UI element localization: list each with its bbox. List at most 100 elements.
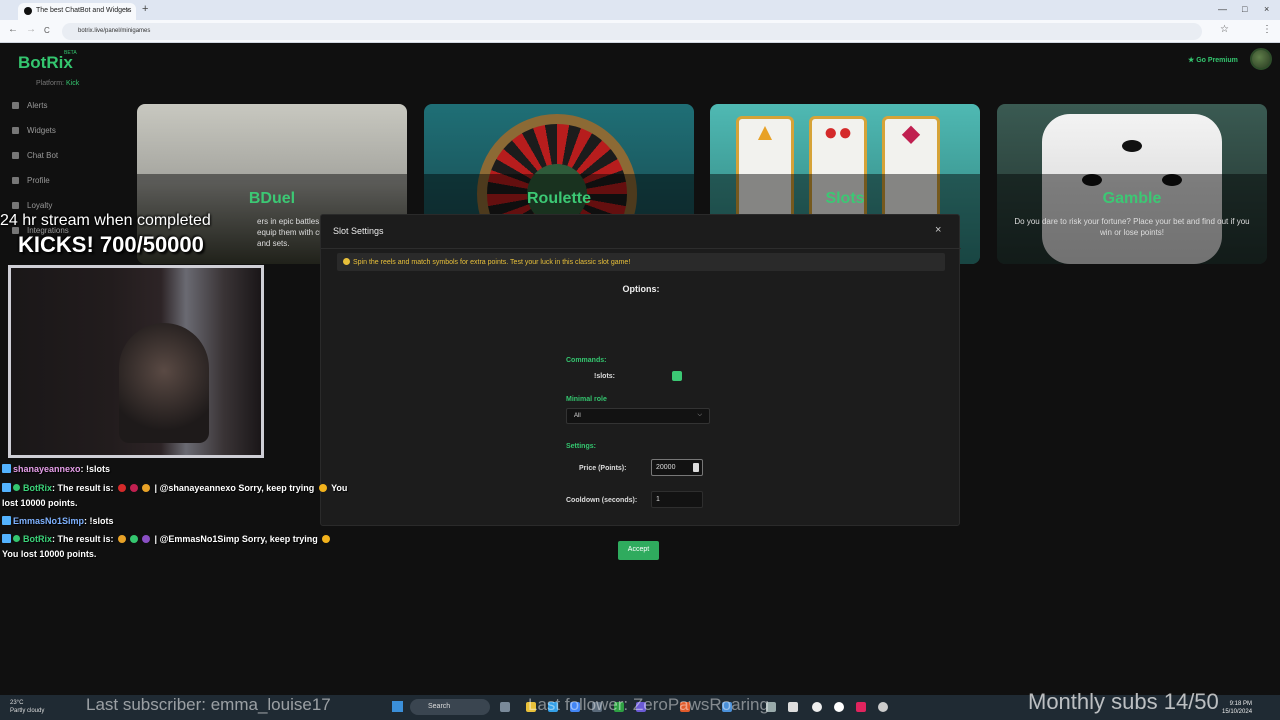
number-spinner-icon[interactable]: [693, 463, 699, 472]
taskbar-search[interactable]: Search: [410, 699, 490, 715]
avatar[interactable]: [1250, 48, 1272, 70]
weather-widget[interactable]: 23°C Partly cloudy: [10, 699, 44, 715]
commands-label: Commands:: [566, 357, 607, 364]
cherry-icon: ●●: [823, 119, 853, 146]
clover-icon: [130, 535, 139, 543]
chat-message-continuation: You lost 10000 points.: [2, 549, 97, 559]
modal-title: Slot Settings: [333, 226, 384, 236]
game-card-gamble[interactable]: Gamble Do you dare to risk your fortune?…: [997, 104, 1267, 264]
monthly-subs-overlay: Monthly subs 14/50: [1028, 689, 1219, 714]
info-alert: Spin the reels and match symbols for ext…: [337, 253, 945, 271]
windows-taskbar: 23°C Partly cloudy Last subscriber: emma…: [0, 689, 1280, 720]
price-label: Price (Points):: [579, 465, 627, 472]
game-title: BDuel: [248, 190, 296, 207]
chat-username: shanayeannexo: [13, 464, 81, 474]
game-description: Do you dare to risk your fortune? Place …: [1014, 217, 1250, 237]
browser-menu-icon[interactable]: ⋮: [1262, 24, 1272, 35]
last-subscriber-overlay: Last subscriber: emma_louise17: [86, 695, 331, 714]
alert-icon: [12, 102, 19, 109]
cooldown-input[interactable]: 1: [651, 491, 703, 508]
forward-button[interactable]: →: [26, 24, 36, 35]
favicon-icon: [24, 7, 32, 15]
info-icon: [343, 258, 350, 265]
reload-button[interactable]: C: [44, 26, 50, 35]
widgets-icon: [12, 127, 19, 134]
dice-pip: [1122, 140, 1142, 152]
sidebar-item-label: Chat Bot: [27, 151, 59, 160]
browser-tab-bar: The best ChatBot and Widgets × + — □ ×: [0, 0, 1280, 20]
accept-button[interactable]: Accept: [618, 541, 659, 560]
chat-message: EmmasNo1Simp: !slots: [2, 514, 114, 529]
kick-icon: [2, 534, 11, 543]
chat-text: : !slots: [80, 464, 111, 474]
kick-icon: [2, 483, 11, 492]
command-slots-toggle[interactable]: [672, 371, 682, 381]
go-premium-link[interactable]: ★ Go Premium: [1188, 56, 1238, 64]
modal-divider: [321, 248, 961, 249]
clock-time: 9:18 PM: [1229, 701, 1253, 707]
app-logo[interactable]: BotRix: [18, 53, 73, 73]
slot-settings-modal: Slot Settings × Spin the reels and match…: [320, 214, 961, 560]
app-icon[interactable]: [788, 702, 798, 712]
bookmark-star-icon[interactable]: ☆: [1220, 24, 1229, 35]
task-view-icon[interactable]: [500, 702, 510, 712]
app-icon[interactable]: [812, 702, 822, 712]
sidebar-item-profile[interactable]: Profile: [12, 176, 50, 185]
address-bar-row: ← → C botrix.live/panel/minigames ☆ ⋮: [0, 20, 1280, 43]
tab-title: The best ChatBot and Widgets: [36, 7, 132, 14]
kick-icon: [2, 516, 11, 525]
windows-start-icon[interactable]: [392, 701, 403, 712]
chat-text: | @shanayeannexo Sorry, keep trying: [154, 483, 315, 493]
minimal-role-label: Minimal role: [566, 396, 607, 403]
app-icon[interactable]: [834, 702, 844, 712]
price-value: 20000: [656, 464, 676, 471]
maximize-button[interactable]: □: [1242, 4, 1247, 14]
browser-tab[interactable]: The best ChatBot and Widgets ×: [18, 3, 136, 20]
chat-text: You: [328, 483, 348, 493]
goal-text-line2: KICKS! 700/50000: [18, 232, 204, 257]
new-tab-button[interactable]: +: [142, 3, 148, 15]
webcam-feed: [8, 265, 264, 458]
cooldown-label: Cooldown (seconds):: [566, 497, 638, 504]
sidebar-item-label: Loyalty: [27, 201, 53, 210]
options-heading: Options:: [622, 284, 660, 294]
close-window-button[interactable]: ×: [1264, 4, 1269, 14]
chat-text: | @EmmasNo1Simp Sorry, keep trying: [154, 534, 318, 544]
minimal-role-value: All: [574, 413, 581, 419]
sidebar-item-chat-bot[interactable]: Chat Bot: [12, 151, 58, 160]
price-input[interactable]: 20000: [651, 459, 703, 476]
clock-date: 15/10/2024: [1222, 709, 1253, 715]
app-icon[interactable]: [856, 702, 866, 712]
chat-icon: [12, 152, 19, 159]
sad-emoji-icon: [318, 484, 327, 492]
bell-icon: [118, 535, 127, 543]
url-input[interactable]: botrix.live/panel/minigames: [62, 23, 1202, 40]
chat-text: : The result is:: [52, 483, 114, 493]
sidebar-item-label: Alerts: [27, 101, 48, 110]
streamer-image: [119, 323, 209, 443]
system-clock[interactable]: 9:18 PM 15/10/2024: [1222, 700, 1252, 716]
platform-indicator: Platform: Kick: [36, 80, 79, 87]
chat-text: : The result is:: [52, 534, 114, 544]
close-icon[interactable]: ×: [935, 224, 941, 236]
beta-badge: BETA: [64, 50, 77, 56]
cherry-icon: [118, 484, 127, 492]
chat-username: BotRix: [23, 483, 52, 493]
raspberry-icon: [130, 484, 139, 492]
app-icon[interactable]: [878, 702, 888, 712]
minimal-role-select[interactable]: All ⌵: [566, 408, 710, 424]
platform-value: Kick: [65, 80, 80, 87]
game-title: Roulette: [527, 190, 591, 207]
sidebar-item-alerts[interactable]: Alerts: [12, 101, 47, 110]
back-button[interactable]: ←: [8, 24, 18, 35]
tab-close-icon[interactable]: ×: [125, 6, 130, 15]
goal-text-line1: 24 hr stream when completed: [0, 212, 211, 229]
bot-badge-icon: [13, 535, 20, 542]
sidebar-item-loyalty[interactable]: Loyalty: [12, 201, 52, 210]
weather-desc: Partly cloudy: [10, 708, 45, 714]
raspberry-icon: ◆: [901, 120, 921, 147]
bot-badge-icon: [13, 484, 20, 491]
sidebar-item-widgets[interactable]: Widgets: [12, 126, 56, 135]
chat-username: EmmasNo1Simp: [13, 516, 85, 526]
minimize-button[interactable]: —: [1218, 4, 1227, 14]
